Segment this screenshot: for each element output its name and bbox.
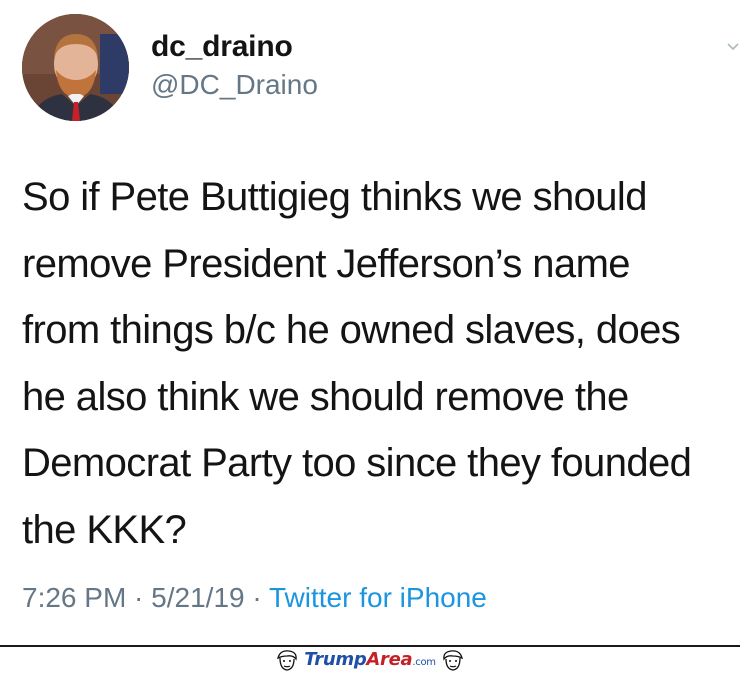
avatar-image: [22, 14, 129, 121]
tweet-date[interactable]: 5/21/19: [151, 582, 244, 613]
tweet-line: he also think we should remove the: [22, 374, 629, 419]
watermark-dotcom: .com: [412, 657, 436, 668]
tweet-text: So if Pete Buttigieg thinks we should re…: [22, 164, 734, 563]
tweet-line: remove President Jefferson’s name: [22, 241, 631, 286]
watermark: TrumpArea.com: [0, 647, 740, 673]
meta-separator: ·: [126, 582, 152, 613]
tweet-line: Democrat Party too since they founded: [22, 441, 692, 485]
watermark-text: TrumpArea.com: [304, 649, 436, 670]
watermark-trump: Trump: [304, 649, 367, 670]
watermark-area: Area: [366, 649, 413, 670]
tweet-line: the KKK?: [22, 507, 187, 552]
tweet-line: from things b/c he owned slaves, does: [22, 308, 681, 352]
tweet-card: dc_draino @DC_Draino So if Pete Buttigie…: [0, 0, 740, 645]
trump-face-icon: [442, 650, 463, 671]
tweet-metadata: 7:26 PM · 5/21/19 · Twitter for iPhone: [22, 582, 487, 614]
display-name[interactable]: dc_draino: [151, 30, 293, 64]
avatar[interactable]: [22, 14, 129, 121]
chevron-down-icon[interactable]: [726, 40, 740, 54]
meta-separator: ·: [244, 582, 269, 613]
user-handle[interactable]: @DC_Draino: [151, 69, 318, 101]
tweet-line: So if Pete Buttigieg thinks we should: [22, 175, 647, 219]
trump-face-icon: [277, 650, 298, 671]
tweet-source-link[interactable]: Twitter for iPhone: [269, 582, 487, 613]
tweet-time[interactable]: 7:26 PM: [22, 582, 126, 613]
